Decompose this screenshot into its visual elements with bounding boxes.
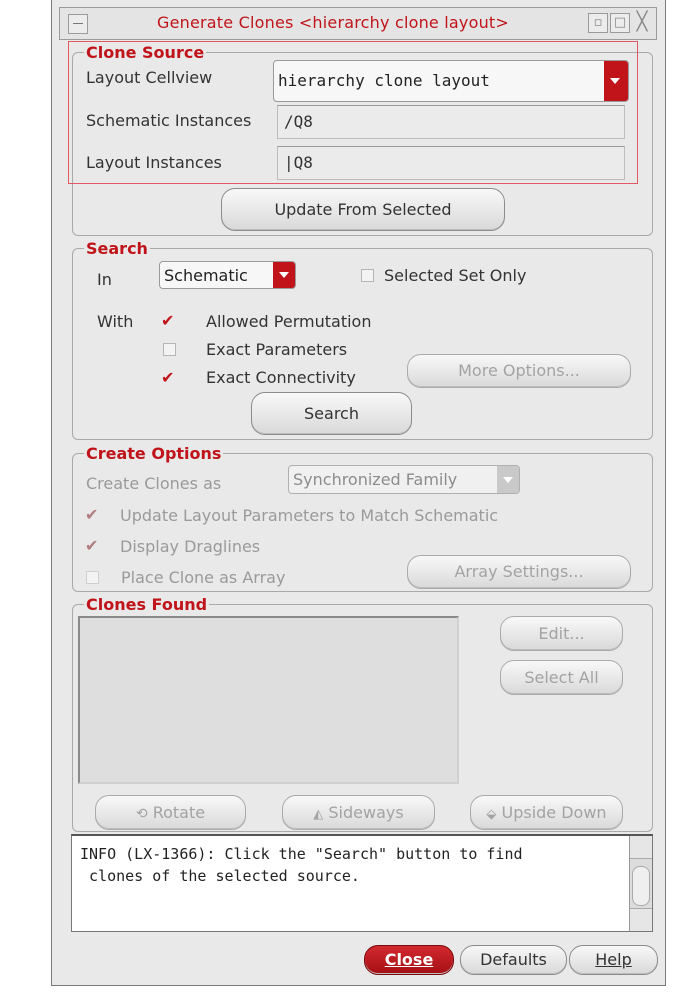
rotate-icon: ⟲	[135, 806, 148, 822]
scroll-down-icon[interactable]	[630, 908, 652, 931]
layout-cellview-label: Layout Cellview	[86, 68, 213, 87]
allowed-permutation-checkbox[interactable]: ✔	[161, 313, 177, 329]
title-bar[interactable]: Generate Clones <hierarchy clone layout>…	[59, 7, 657, 40]
window-menu-icon[interactable]	[68, 14, 88, 34]
window-title: Generate Clones <hierarchy clone layout>	[157, 13, 509, 32]
layout-cellview-value: hierarchy clone layout	[278, 71, 490, 90]
more-options-button[interactable]: More Options...	[407, 354, 631, 388]
sideways-label: Sideways	[328, 803, 404, 822]
search-title: Search	[84, 239, 150, 258]
dropdown-arrow-icon[interactable]	[497, 466, 519, 493]
close-button-label: Close	[384, 950, 434, 969]
exact-connectivity-label: Exact Connectivity	[206, 368, 356, 387]
rotate-button[interactable]: ⟲ Rotate	[95, 795, 246, 830]
help-button-label: Help	[595, 950, 632, 969]
dropdown-arrow-icon[interactable]	[604, 61, 628, 101]
clone-source-title: Clone Source	[84, 43, 207, 62]
search-in-label: In	[97, 270, 112, 289]
selected-set-only-checkbox[interactable]	[361, 269, 374, 282]
select-all-button[interactable]: Select All	[500, 660, 623, 695]
message-area[interactable]: INFO (LX-1366): Click the "Search" butto…	[71, 834, 653, 932]
exact-connectivity-checkbox[interactable]: ✔	[161, 370, 177, 386]
display-draglines-checkbox[interactable]: ✔	[85, 538, 101, 554]
allowed-permutation-label: Allowed Permutation	[206, 312, 372, 331]
clones-found-title: Clones Found	[84, 595, 210, 614]
upside-down-button[interactable]: ⬙ Upside Down	[470, 795, 623, 830]
selected-set-only-label: Selected Set Only	[384, 266, 527, 285]
create-clones-as-label: Create Clones as	[86, 474, 222, 493]
scroll-thumb[interactable]	[632, 866, 650, 906]
update-layout-parameters-label: Update Layout Parameters to Match Schema…	[120, 506, 499, 525]
layout-instances-field[interactable]: |Q8	[277, 146, 625, 180]
search-in-dropdown[interactable]: Schematic	[159, 261, 296, 289]
update-from-selected-button[interactable]: Update From Selected	[221, 188, 505, 231]
upside-down-label: Upside Down	[501, 803, 607, 822]
display-draglines-label: Display Draglines	[120, 537, 261, 556]
exact-parameters-checkbox[interactable]	[163, 343, 176, 356]
layout-cellview-dropdown[interactable]: hierarchy clone layout	[273, 60, 629, 102]
create-options-title: Create Options	[84, 444, 224, 463]
help-button[interactable]: Help	[569, 945, 658, 975]
minimize-icon[interactable]: ▫	[588, 13, 608, 33]
defaults-button[interactable]: Defaults	[460, 945, 567, 975]
info-message: INFO (LX-1366): Click the "Search" butto…	[80, 845, 523, 885]
edit-button[interactable]: Edit...	[500, 616, 623, 651]
schematic-instances-label: Schematic Instances	[86, 111, 252, 130]
create-clones-as-dropdown[interactable]: Synchronized Family	[288, 465, 520, 494]
create-clones-as-value: Synchronized Family	[293, 470, 458, 489]
maximize-icon[interactable]: □	[610, 13, 630, 33]
place-clone-as-array-checkbox[interactable]	[86, 571, 99, 584]
generate-clones-dialog: Generate Clones <hierarchy clone layout>…	[51, 0, 666, 986]
close-button[interactable]: Close	[364, 945, 454, 975]
clones-found-list[interactable]	[78, 616, 459, 784]
message-scrollbar[interactable]	[629, 836, 652, 931]
dropdown-arrow-icon[interactable]	[273, 262, 295, 288]
rotate-label: Rotate	[152, 803, 206, 822]
array-settings-button[interactable]: Array Settings...	[407, 555, 631, 589]
sideways-icon: ◭	[313, 807, 324, 822]
place-clone-as-array-label: Place Clone as Array	[121, 568, 286, 587]
schematic-instances-field[interactable]: /Q8	[277, 105, 625, 139]
close-icon[interactable]: ╳	[632, 13, 652, 33]
scroll-up-icon[interactable]	[630, 836, 652, 859]
search-in-value: Schematic	[164, 266, 248, 285]
layout-instances-label: Layout Instances	[86, 153, 222, 172]
search-button[interactable]: Search	[251, 392, 412, 435]
update-layout-parameters-checkbox[interactable]: ✔	[85, 507, 101, 523]
sideways-button[interactable]: ◭ Sideways	[282, 795, 435, 830]
upside-down-icon: ⬙	[486, 807, 497, 822]
search-with-label: With	[97, 312, 134, 331]
exact-parameters-label: Exact Parameters	[206, 340, 348, 359]
